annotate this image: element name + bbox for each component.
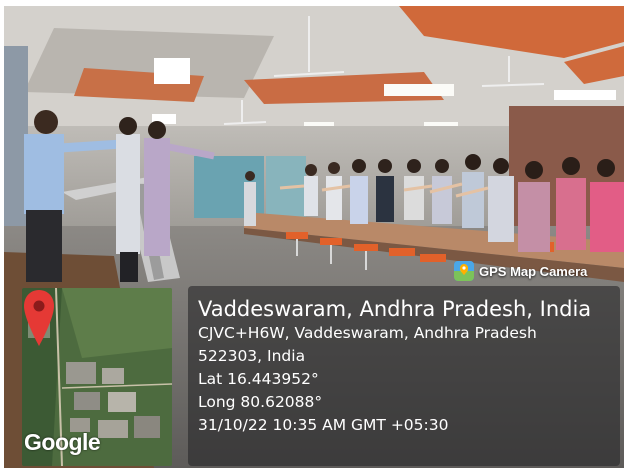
geotagged-photo: Google GPS Map Camera Vaddeswaram, Andhr… bbox=[4, 6, 624, 468]
latitude-text: Lat 16.443952° bbox=[198, 370, 319, 388]
gps-map-camera-icon bbox=[454, 261, 474, 281]
timestamp-text: 31/10/22 10:35 AM GMT +05:30 bbox=[198, 416, 449, 434]
badge-label: GPS Map Camera bbox=[479, 263, 588, 279]
address-line-2: 522303, India bbox=[198, 347, 306, 365]
gps-map-camera-badge: GPS Map Camera bbox=[450, 260, 591, 282]
location-title: Vaddeswaram, Andhra Pradesh, India bbox=[198, 297, 592, 321]
longitude-text: Long 80.62088° bbox=[198, 393, 323, 411]
google-logo: Google bbox=[24, 429, 101, 455]
address-line-1: CJVC+H6W, Vaddeswaram, Andhra Pradesh bbox=[198, 324, 537, 342]
location-pin-icon bbox=[24, 290, 54, 346]
map-thumbnail: Google bbox=[22, 288, 172, 466]
location-info-panel: Vaddeswaram, Andhra Pradesh, India CJVC+… bbox=[188, 286, 620, 466]
